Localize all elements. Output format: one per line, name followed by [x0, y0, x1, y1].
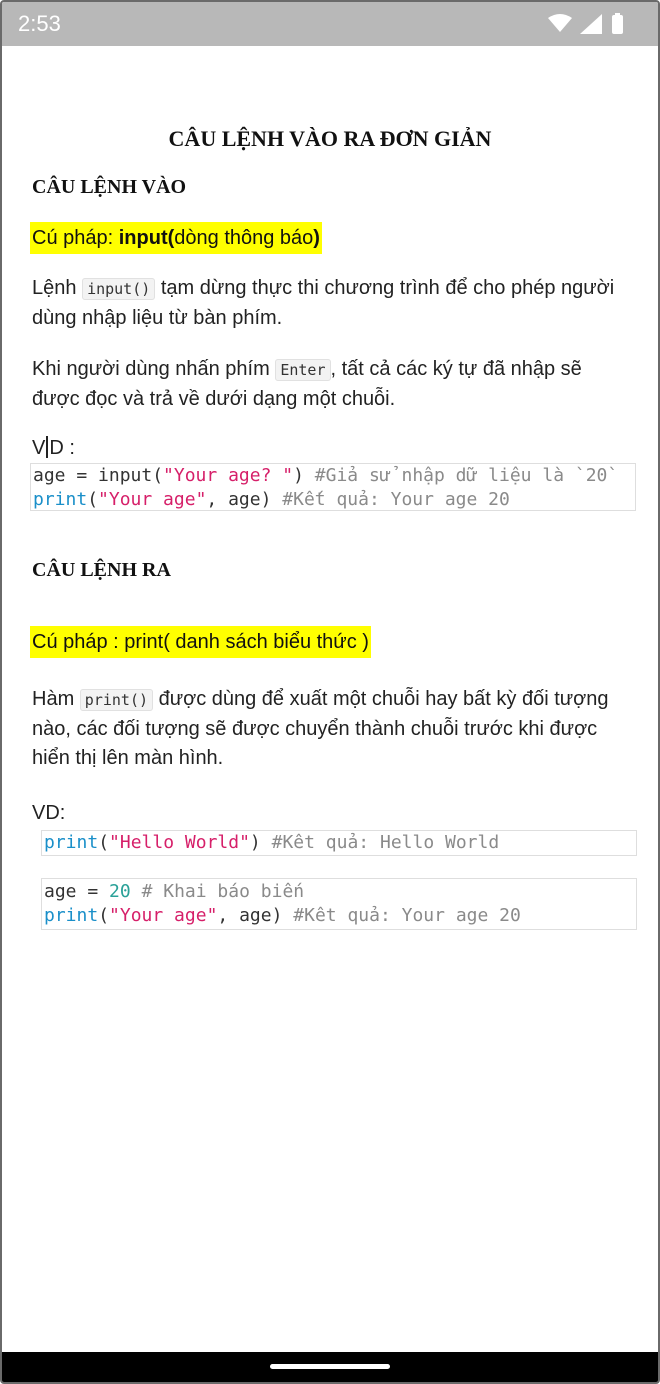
phone-screen: 2:53 CÂU LỆNH VÀO RA ĐƠN GIẢN CÂU LỆNH V…	[0, 0, 660, 1384]
code-token: , age)	[206, 489, 283, 510]
code-keyword: print	[44, 905, 99, 926]
code-line: age = 20 # Khai báo biến	[44, 880, 636, 904]
status-icons	[548, 13, 623, 34]
input-syntax-prefix: Cú pháp:	[32, 227, 119, 249]
home-gesture-handle[interactable]	[270, 1364, 390, 1369]
inline-code-enter: Enter	[275, 359, 331, 381]
code-comment: # Khai báo biến	[141, 881, 305, 902]
navigation-bar	[2, 1352, 658, 1382]
output-example-label: VD:	[32, 802, 66, 824]
input-syntax-func: input(	[118, 227, 175, 249]
code-string: "Hello World"	[109, 832, 250, 853]
input-syntax-arg: dòng thông báo	[174, 227, 314, 249]
output-heading: CÂU LỆNH RA	[32, 559, 171, 581]
output-syntax-highlight: Cú pháp : print( danh sách biểu thức )	[30, 626, 371, 658]
wifi-icon	[548, 14, 572, 32]
code-token: )	[249, 832, 272, 853]
input-description: Lệnh input() tạm dừng thực thi chương tr…	[32, 274, 632, 333]
input-syntax-close: )	[313, 227, 320, 249]
code-token: (	[87, 489, 99, 510]
code-keyword: print	[44, 832, 99, 853]
code-comment: #Kết quả: Your age 20	[282, 489, 510, 510]
enter-description: Khi người dùng nhấn phím Enter, tất cả c…	[32, 355, 632, 414]
input-code-block: age = input("Your age? ") #Giả sử nhập d…	[30, 463, 636, 511]
input-example-label: VD :	[32, 436, 75, 460]
code-keyword: print	[33, 489, 88, 510]
example-label-part-b: D :	[49, 437, 75, 459]
code-comment: #Kêt quả: Hello World	[271, 832, 500, 853]
input-heading: CÂU LỆNH VÀO	[32, 176, 187, 198]
print-description: Hàm print() được dùng để xuất một chuỗi …	[32, 685, 632, 773]
signal-icon	[580, 14, 602, 34]
hello-code-block: print("Hello World") #Kêt quả: Hello Wor…	[41, 830, 637, 856]
page-title: CÂU LỆNH VÀO RA ĐƠN GIẢN	[168, 126, 492, 151]
input-desc-text-a: Lệnh	[32, 277, 83, 299]
code-token: age =	[44, 881, 110, 902]
code-line: age = input("Your age? ") #Giả sử nhập d…	[33, 464, 635, 488]
age-code-block: age = 20 # Khai báo biến print("Your age"…	[41, 878, 637, 930]
print-desc-text-a: Hàm	[32, 688, 80, 710]
code-token: (	[98, 905, 110, 926]
code-line: print("Your age", age) #Kết quả: Your ag…	[33, 488, 635, 510]
code-token: , age)	[217, 905, 294, 926]
code-line: print("Your age", age) #Kêt quả: Your ag…	[44, 904, 636, 928]
example-label-part-a: V	[32, 437, 46, 459]
code-line: print("Hello World") #Kêt quả: Hello Wor…	[44, 831, 636, 855]
code-comment: #Kêt quả: Your age 20	[293, 905, 521, 926]
code-string: "Your age"	[109, 905, 218, 926]
code-token: (	[98, 832, 110, 853]
enter-desc-text-a: Khi người dùng nhấn phím	[32, 358, 276, 380]
code-comment: #Giả sử nhập dữ liệu là `20`	[314, 465, 619, 486]
code-token: age = input(	[33, 465, 164, 486]
inline-code-print: print()	[79, 689, 154, 711]
battery-icon	[612, 15, 623, 34]
inline-code-input: input()	[82, 278, 156, 300]
code-token: )	[293, 465, 315, 486]
code-number: 20	[109, 881, 131, 902]
code-string: "Your age"	[98, 489, 207, 510]
code-string: "Your age? "	[163, 465, 294, 486]
input-syntax-highlight: Cú pháp: input(dòng thông báo)	[30, 222, 322, 254]
status-bar: 2:53	[2, 2, 658, 46]
status-time: 2:53	[18, 11, 61, 36]
